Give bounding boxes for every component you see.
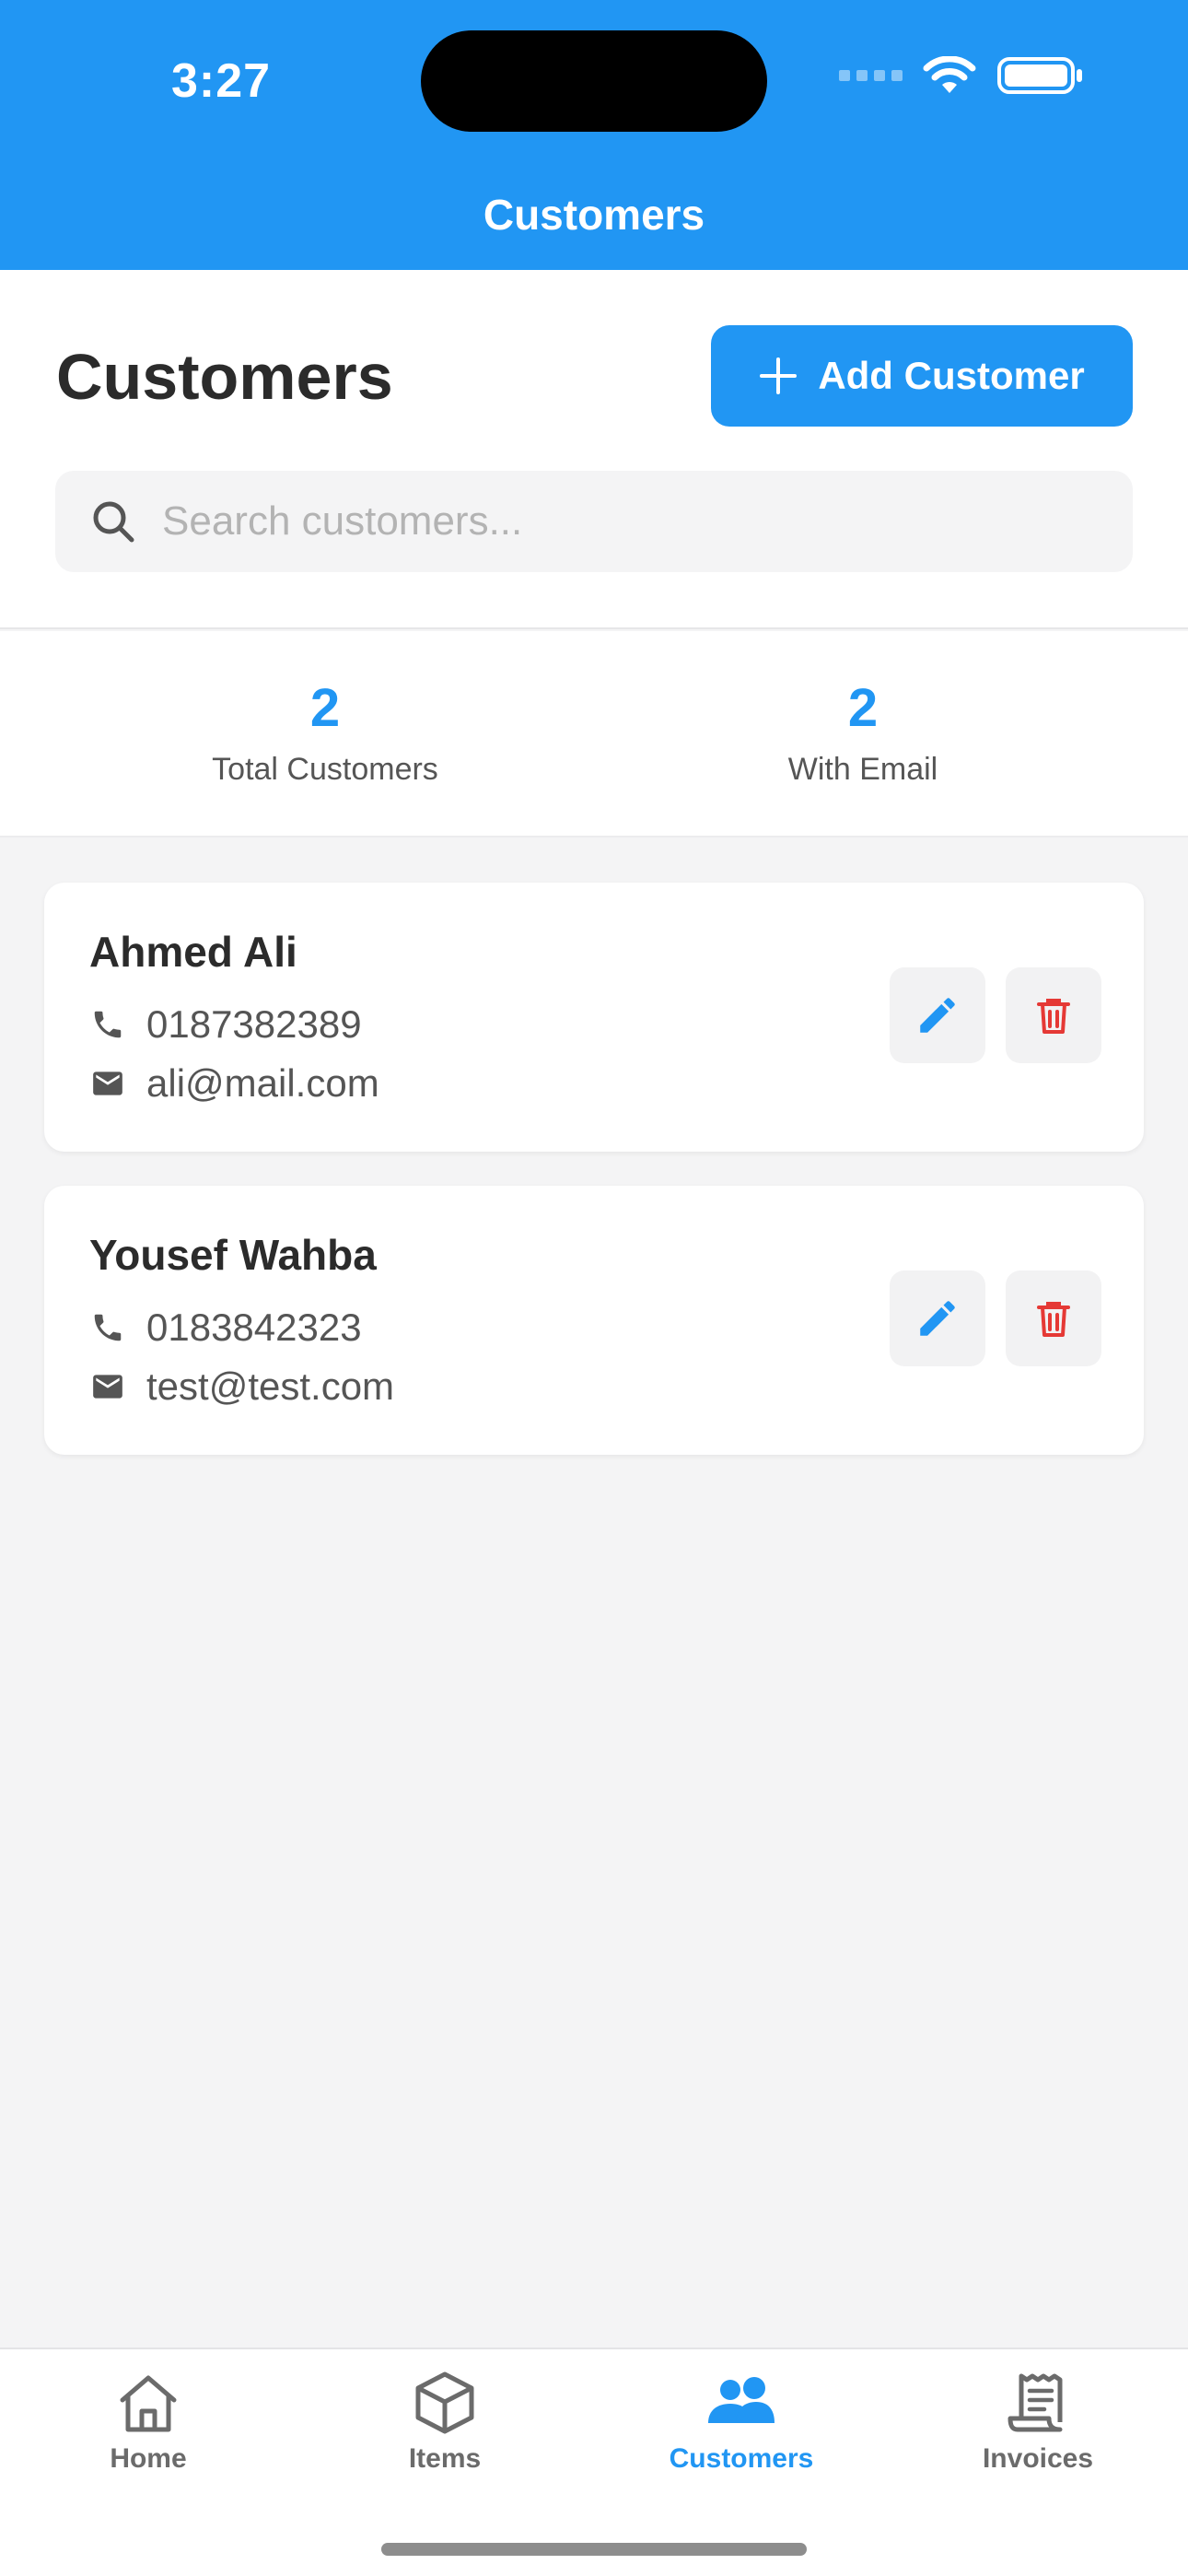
search-input[interactable] — [162, 498, 1083, 544]
stat-total-customers: 2 Total Customers — [95, 677, 555, 788]
stat-with-email: 2 With Email — [633, 677, 1093, 788]
wifi-icon — [923, 56, 976, 93]
tab-invoices[interactable]: Invoices — [890, 2368, 1186, 2475]
tab-items[interactable]: Items — [297, 2368, 593, 2475]
phone-icon — [89, 1309, 126, 1346]
trash-icon — [1037, 1302, 1070, 1337]
trash-icon — [1037, 999, 1070, 1034]
stat-value: 2 — [309, 678, 341, 738]
customer-phone: 0183842323 — [146, 1306, 362, 1349]
pencil-icon — [920, 1301, 955, 1336]
customer-card[interactable]: Ahmed Ali 0187382389 ali@mail.com — [44, 883, 1144, 1152]
add-customer-button[interactable]: Add Customer — [711, 325, 1133, 427]
app-header: 3:27 Customers — [0, 0, 1188, 270]
customer-email-row: ali@mail.com — [89, 1061, 379, 1106]
dynamic-island — [421, 30, 767, 132]
delete-button[interactable] — [1006, 1270, 1101, 1366]
pencil-icon — [920, 998, 955, 1033]
add-customer-label: Add Customer — [818, 354, 1085, 397]
edit-button[interactable] — [890, 967, 985, 1063]
customer-phone-row: 0183842323 — [89, 1306, 362, 1350]
receipt-icon — [1007, 2373, 1063, 2432]
tab-customers[interactable]: Customers — [593, 2368, 890, 2475]
status-time: 3:27 — [171, 54, 272, 108]
delete-button[interactable] — [1006, 967, 1101, 1063]
header-title: Customers — [483, 191, 705, 239]
stat-label: With Email — [787, 752, 938, 787]
tab-bar: Home Items Customers Invoices — [0, 2348, 1188, 2576]
customer-name: Yousef Wahba — [89, 1231, 377, 1279]
tab-label: Customers — [669, 2443, 814, 2474]
plus-icon — [760, 357, 798, 394]
customer-email-row: test@test.com — [89, 1364, 394, 1409]
battery-icon — [997, 57, 1082, 94]
stat-label: Total Customers — [212, 752, 438, 787]
customer-name: Ahmed Ali — [89, 928, 297, 976]
mail-icon — [89, 1065, 126, 1102]
customer-email: test@test.com — [146, 1364, 395, 1408]
customer-card[interactable]: Yousef Wahba 0183842323 test@test.com — [44, 1186, 1144, 1455]
mail-icon — [89, 1368, 126, 1405]
search-icon — [93, 501, 134, 543]
cube-icon — [415, 2371, 474, 2434]
customer-email: ali@mail.com — [146, 1061, 379, 1105]
customer-phone: 0187382389 — [146, 1002, 362, 1046]
customer-phone-row: 0187382389 — [89, 1002, 362, 1047]
tab-home[interactable]: Home — [0, 2368, 297, 2475]
search-bar[interactable] — [55, 471, 1133, 572]
tab-label: Invoices — [982, 2443, 1094, 2474]
stat-value: 2 — [847, 678, 879, 738]
tab-label: Home — [110, 2443, 187, 2474]
page-header-panel: Customers Add Customer — [0, 270, 1188, 629]
people-icon — [708, 2377, 775, 2423]
stats-panel: 2 Total Customers 2 With Email — [0, 631, 1188, 837]
home-icon — [120, 2375, 177, 2432]
tab-label: Items — [408, 2443, 482, 2474]
phone-icon — [89, 1006, 126, 1043]
status-icons — [839, 55, 1085, 96]
page-title: Customers — [56, 341, 393, 413]
signal-icon — [839, 70, 903, 81]
edit-button[interactable] — [890, 1270, 985, 1366]
home-indicator — [381, 2543, 807, 2556]
